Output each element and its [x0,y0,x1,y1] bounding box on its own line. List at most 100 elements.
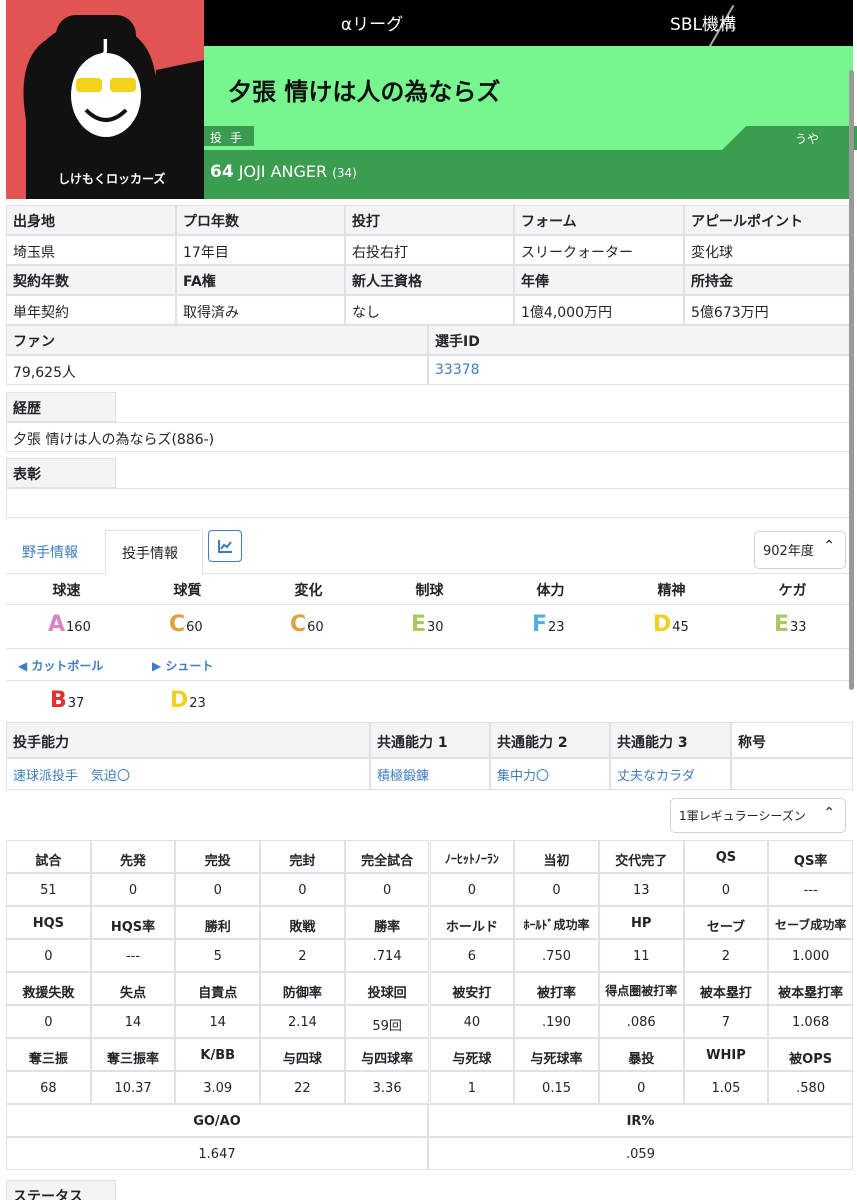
ability-grade-value: 160 [66,620,91,635]
stat-value: .580 [768,1071,853,1104]
stat-label: ホールド [429,906,515,939]
stat-label: ﾎｰﾙﾄﾞ成功率 [514,906,599,939]
stat-label: 当初 [514,840,599,873]
skill-pitcher-value[interactable]: 速球派投手 気迫〇 [6,758,370,790]
stat-value: --- [768,873,853,906]
player-name: 64 JOJI ANGER (34) [210,162,357,182]
season-select[interactable]: 1軍レギュラーシーズン ⌃ [670,798,846,833]
pitch-shoot-name: シュート [165,659,214,673]
skill-common3-value[interactable]: 丈夫なカラダ [610,758,731,790]
pitch-cutter-label[interactable]: ◀ カットボール [18,657,103,674]
stat-label: 救援失敗 [6,972,91,1005]
skill-common1-value[interactable]: 積極鍛錬 [370,758,490,790]
fan-label: ファン [6,325,428,355]
pitch-divider [6,680,853,681]
stat-value: 7 [683,1005,769,1038]
pitch-cutter-value: 37 [67,696,85,711]
stat-label: 完封 [260,840,345,873]
pitch-shoot-value: 23 [189,696,206,711]
chart-icon [218,540,232,553]
pitch-shoot-grade: D23 [170,688,206,713]
org-link[interactable]: SBL機構 [553,10,853,35]
stat-label: QS [683,840,769,873]
league-link[interactable]: αリーグ [204,10,540,35]
player-fullname: JOJI ANGER [238,162,328,181]
scrollbar[interactable] [849,70,854,690]
stat-value: 6 [429,939,515,972]
appeal-value: 変化球 [684,235,853,265]
stat-label: HQS率 [90,906,176,939]
year-select-value: 902年度 [763,544,814,559]
ability-grade-value: 60 [307,620,324,635]
stat-label: 暴投 [598,1038,684,1071]
hometown-label: 出身地 [6,205,176,235]
ability-label: 制球 [415,583,444,599]
position-badge: 投 手 [204,126,254,146]
stat-label: K/BB [175,1038,261,1071]
stat-label: 完投 [175,840,261,873]
ability-label: ケガ [778,583,807,599]
stat-label: 投球回 [344,972,430,1005]
stat-value: 0 [90,873,176,906]
avatar-caption: しけもくロッカーズ [58,172,166,186]
career-value[interactable]: 夕張 情けは人の為ならズ(886-) [6,422,853,452]
stat-label: 与四球 [260,1038,345,1071]
fa-value: 取得済み [176,295,345,325]
stat-value: .750 [514,939,599,972]
ability-label: 体力 [536,583,565,599]
stat-value: 0 [6,1005,91,1038]
pitch-shoot-label[interactable]: ▶ シュート [152,657,213,674]
owner-name[interactable]: うや [795,130,819,147]
ability-header-divider [6,604,853,605]
chart-button[interactable] [208,530,242,562]
year-select[interactable]: 902年度 ⌃ [754,531,846,569]
ability-grade-value: 45 [672,620,689,635]
bats-throws-label: 投打 [345,205,514,235]
stat-label: 与死球 [429,1038,515,1071]
contract-value: 単年契約 [6,295,176,325]
stat-value: 2 [683,939,769,972]
pro-years-value: 17年目 [176,235,345,265]
stat-label: セーブ成功率 [768,906,853,939]
team-avatar: J しけもくロッカーズ [6,0,204,199]
stat-label: 勝率 [344,906,430,939]
stat-value: 0 [175,873,261,906]
award-label: 表彰 [6,458,116,488]
rookie-value: なし [345,295,514,325]
ability-grade: D45 [653,612,689,637]
ability-grade: C60 [290,612,324,637]
stat-value: 14 [175,1005,261,1038]
skill-common2-label: 共通能力 2 [490,722,610,758]
player-band: 64 JOJI ANGER (34) [204,150,853,199]
pro-years-label: プロ年数 [176,205,345,235]
stat-label: 奪三振 [6,1038,91,1071]
stat-value: .086 [598,1005,684,1038]
ability-grade: E30 [411,612,444,637]
stat-value: 68 [6,1071,91,1104]
tab-pitcher[interactable]: 投手情報 [105,530,203,574]
arrow-right-icon: ▶ [152,659,162,673]
stat-label: HQS [6,906,91,939]
salary-label: 年俸 [514,265,684,295]
tab-fielder[interactable]: 野手情報 [6,530,94,574]
stat-value: 3.09 [175,1071,261,1104]
ability-grade: E33 [774,612,807,637]
stat-label: 被本塁打率 [768,972,853,1005]
ability-label: 変化 [294,583,323,599]
player-id-link[interactable]: 33378 [428,355,853,385]
career-label: 経歴 [6,392,116,422]
stat-label: 自責点 [175,972,261,1005]
fa-label: FA権 [176,265,345,295]
stat-value: .714 [344,939,430,972]
stat-value: 2 [260,939,345,972]
svg-text:J: J [100,36,109,57]
ir-value: .059 [428,1137,853,1170]
stat-label: 交代完了 [598,840,684,873]
stat-label: ﾉｰﾋｯﾄﾉｰﾗﾝ [429,840,515,873]
chevron-updown-icon: ⌃ [823,805,835,821]
ability-grade-value: 30 [427,620,444,635]
ability-grade-value: 33 [790,620,807,635]
skill-common2-value[interactable]: 集中力〇 [490,758,610,790]
stat-label: 被OPS [768,1038,853,1071]
team-name[interactable]: 夕張 情けは人の為ならズ [228,72,500,107]
